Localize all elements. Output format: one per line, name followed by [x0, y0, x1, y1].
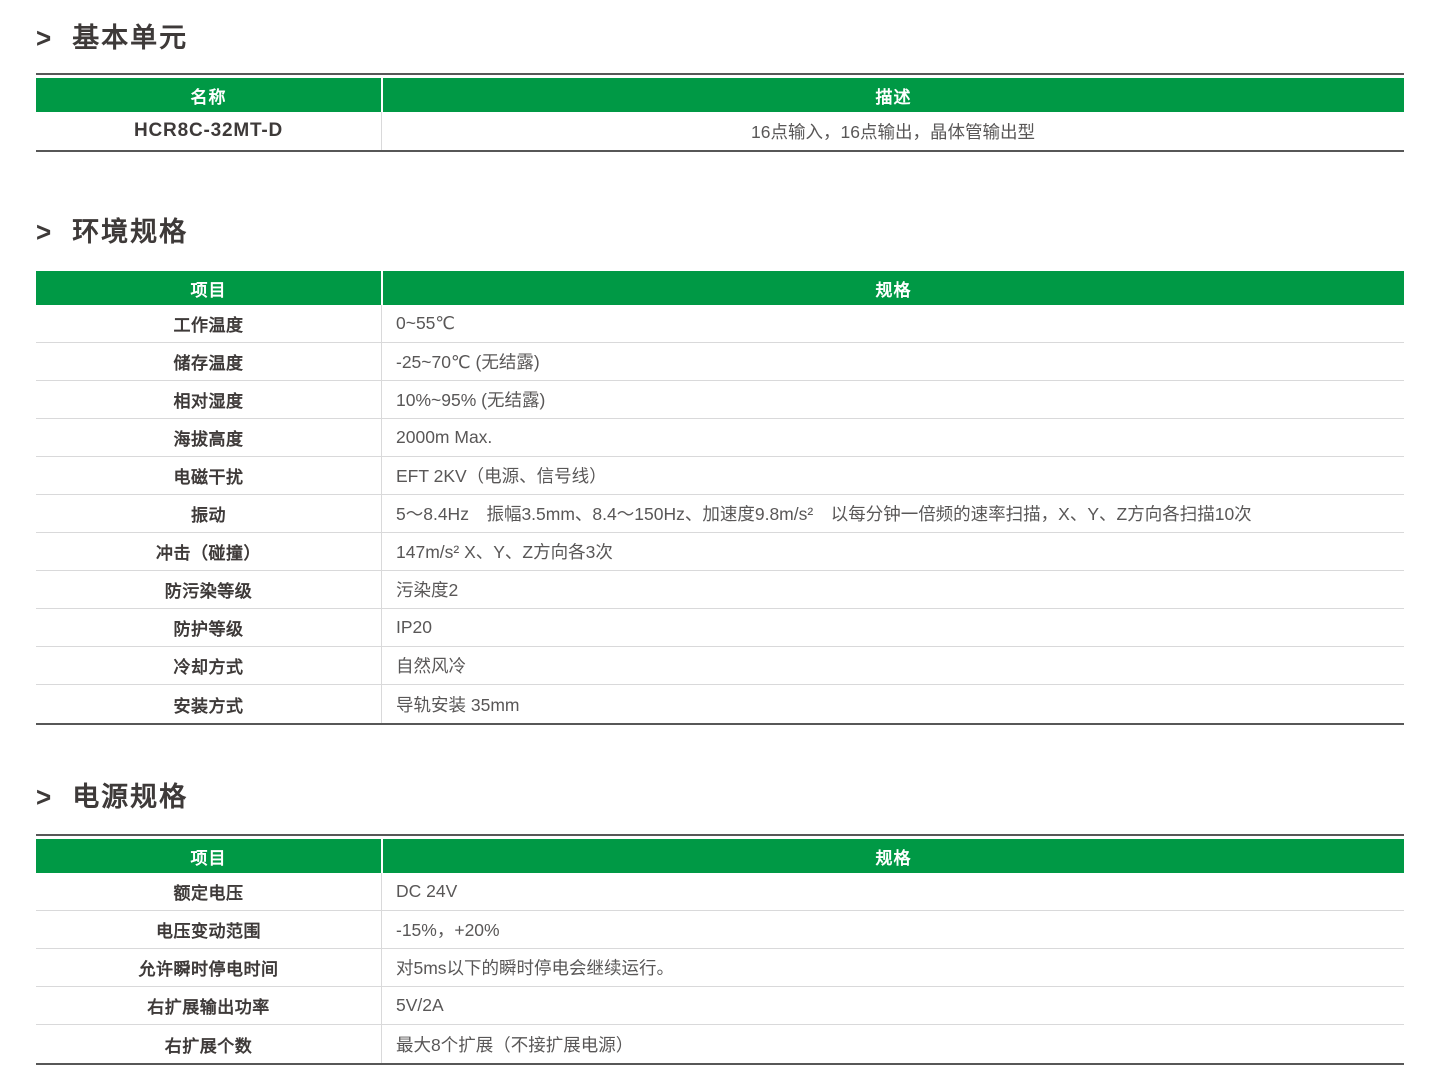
- row-value: -15%，+20%: [381, 911, 1404, 948]
- column-header-spec: 规格: [383, 839, 1404, 873]
- row-value: -25~70℃ (无结露): [381, 343, 1404, 380]
- chevron-right-icon: >: [36, 24, 51, 51]
- row-label: 冲击（碰撞）: [36, 533, 381, 570]
- row-label: 右扩展输出功率: [36, 987, 381, 1024]
- basic-unit-table: 名称 描述 HCR8C-32MT-D 16点输入，16点输出，晶体管输出型: [36, 73, 1404, 152]
- row-value: 污染度2: [381, 571, 1404, 608]
- row-label: 电磁干扰: [36, 457, 381, 494]
- row-label: 安装方式: [36, 685, 381, 723]
- chevron-right-icon: >: [36, 783, 51, 810]
- row-label: 防护等级: [36, 609, 381, 646]
- row-value: 对5ms以下的瞬时停电会继续运行。: [381, 949, 1404, 986]
- catalog-page: > 基本单元 名称 描述 HCR8C-32MT-D 16点输入，16点输出，晶体…: [0, 0, 1440, 1078]
- table-header-row: 项目 规格: [36, 839, 1404, 873]
- table-header-row: 名称 描述: [36, 78, 1404, 112]
- row-value: 导轨安装 35mm: [381, 685, 1404, 723]
- row-label: 额定电压: [36, 873, 381, 910]
- power-spec-table: 项目 规格 额定电压 DC 24V 电压变动范围 -15%，+20% 允许瞬时停…: [36, 834, 1404, 1065]
- row-label: 右扩展个数: [36, 1025, 381, 1063]
- table-row: 相对湿度 10%~95% (无结露): [36, 381, 1404, 419]
- table-row: 右扩展个数 最大8个扩展（不接扩展电源）: [36, 1025, 1404, 1063]
- column-header-name: 名称: [36, 78, 381, 112]
- environment-spec-table: 项目 规格 工作温度 0~55℃ 储存温度 -25~70℃ (无结露) 相对湿度…: [36, 271, 1404, 725]
- column-header-item: 项目: [36, 839, 381, 873]
- row-value: EFT 2KV（电源、信号线）: [381, 457, 1404, 494]
- row-label: 工作温度: [36, 305, 381, 342]
- table-row: 冲击（碰撞） 147m/s² X、Y、Z方向各3次: [36, 533, 1404, 571]
- table-row: 海拔高度 2000m Max.: [36, 419, 1404, 457]
- row-label: 振动: [36, 495, 381, 532]
- table-row: 储存温度 -25~70℃ (无结露): [36, 343, 1404, 381]
- section-title-basic-unit: 基本单元: [72, 22, 188, 54]
- row-label: 相对湿度: [36, 381, 381, 418]
- row-value: IP20: [381, 609, 1404, 646]
- page-content: > 基本单元 名称 描述 HCR8C-32MT-D 16点输入，16点输出，晶体…: [36, 0, 1404, 1065]
- table-row: 防污染等级 污染度2: [36, 571, 1404, 609]
- table-row: 防护等级 IP20: [36, 609, 1404, 647]
- section-environment-header: > 环境规格: [36, 216, 1404, 248]
- row-label: 防污染等级: [36, 571, 381, 608]
- row-value: 5～8.4Hz 振幅3.5mm、8.4～150Hz、加速度9.8m/s² 以每分…: [381, 495, 1404, 532]
- section-power-header: > 电源规格: [36, 781, 1404, 813]
- model-description: 16点输入，16点输出，晶体管输出型: [381, 112, 1404, 150]
- table-row: 右扩展输出功率 5V/2A: [36, 987, 1404, 1025]
- chevron-right-icon: >: [36, 218, 51, 245]
- column-header-spec: 规格: [383, 271, 1404, 305]
- row-value: 2000m Max.: [381, 419, 1404, 456]
- row-value: 10%~95% (无结露): [381, 381, 1404, 418]
- column-header-item: 项目: [36, 271, 381, 305]
- row-value: 最大8个扩展（不接扩展电源）: [381, 1025, 1404, 1063]
- table-row: 振动 5～8.4Hz 振幅3.5mm、8.4～150Hz、加速度9.8m/s² …: [36, 495, 1404, 533]
- row-label: 电压变动范围: [36, 911, 381, 948]
- table-row: 允许瞬时停电时间 对5ms以下的瞬时停电会继续运行。: [36, 949, 1404, 987]
- model-name: HCR8C-32MT-D: [36, 112, 381, 150]
- section-title-power: 电源规格: [72, 781, 188, 813]
- table-row: 电磁干扰 EFT 2KV（电源、信号线）: [36, 457, 1404, 495]
- section-basic-unit-header: > 基本单元: [36, 0, 1404, 54]
- row-label: 允许瞬时停电时间: [36, 949, 381, 986]
- table-row: 冷却方式 自然风冷: [36, 647, 1404, 685]
- column-header-description: 描述: [383, 78, 1404, 112]
- row-label: 冷却方式: [36, 647, 381, 684]
- row-value: 5V/2A: [381, 987, 1404, 1024]
- section-title-environment: 环境规格: [72, 216, 188, 248]
- table-header-row: 项目 规格: [36, 271, 1404, 305]
- row-label: 储存温度: [36, 343, 381, 380]
- table-row: 工作温度 0~55℃: [36, 305, 1404, 343]
- row-value: 自然风冷: [381, 647, 1404, 684]
- row-value: DC 24V: [381, 873, 1404, 910]
- table-row: HCR8C-32MT-D 16点输入，16点输出，晶体管输出型: [36, 112, 1404, 150]
- table-row: 额定电压 DC 24V: [36, 873, 1404, 911]
- row-value: 0~55℃: [381, 305, 1404, 342]
- table-row: 电压变动范围 -15%，+20%: [36, 911, 1404, 949]
- table-row: 安装方式 导轨安装 35mm: [36, 685, 1404, 723]
- row-value: 147m/s² X、Y、Z方向各3次: [381, 533, 1404, 570]
- row-label: 海拔高度: [36, 419, 381, 456]
